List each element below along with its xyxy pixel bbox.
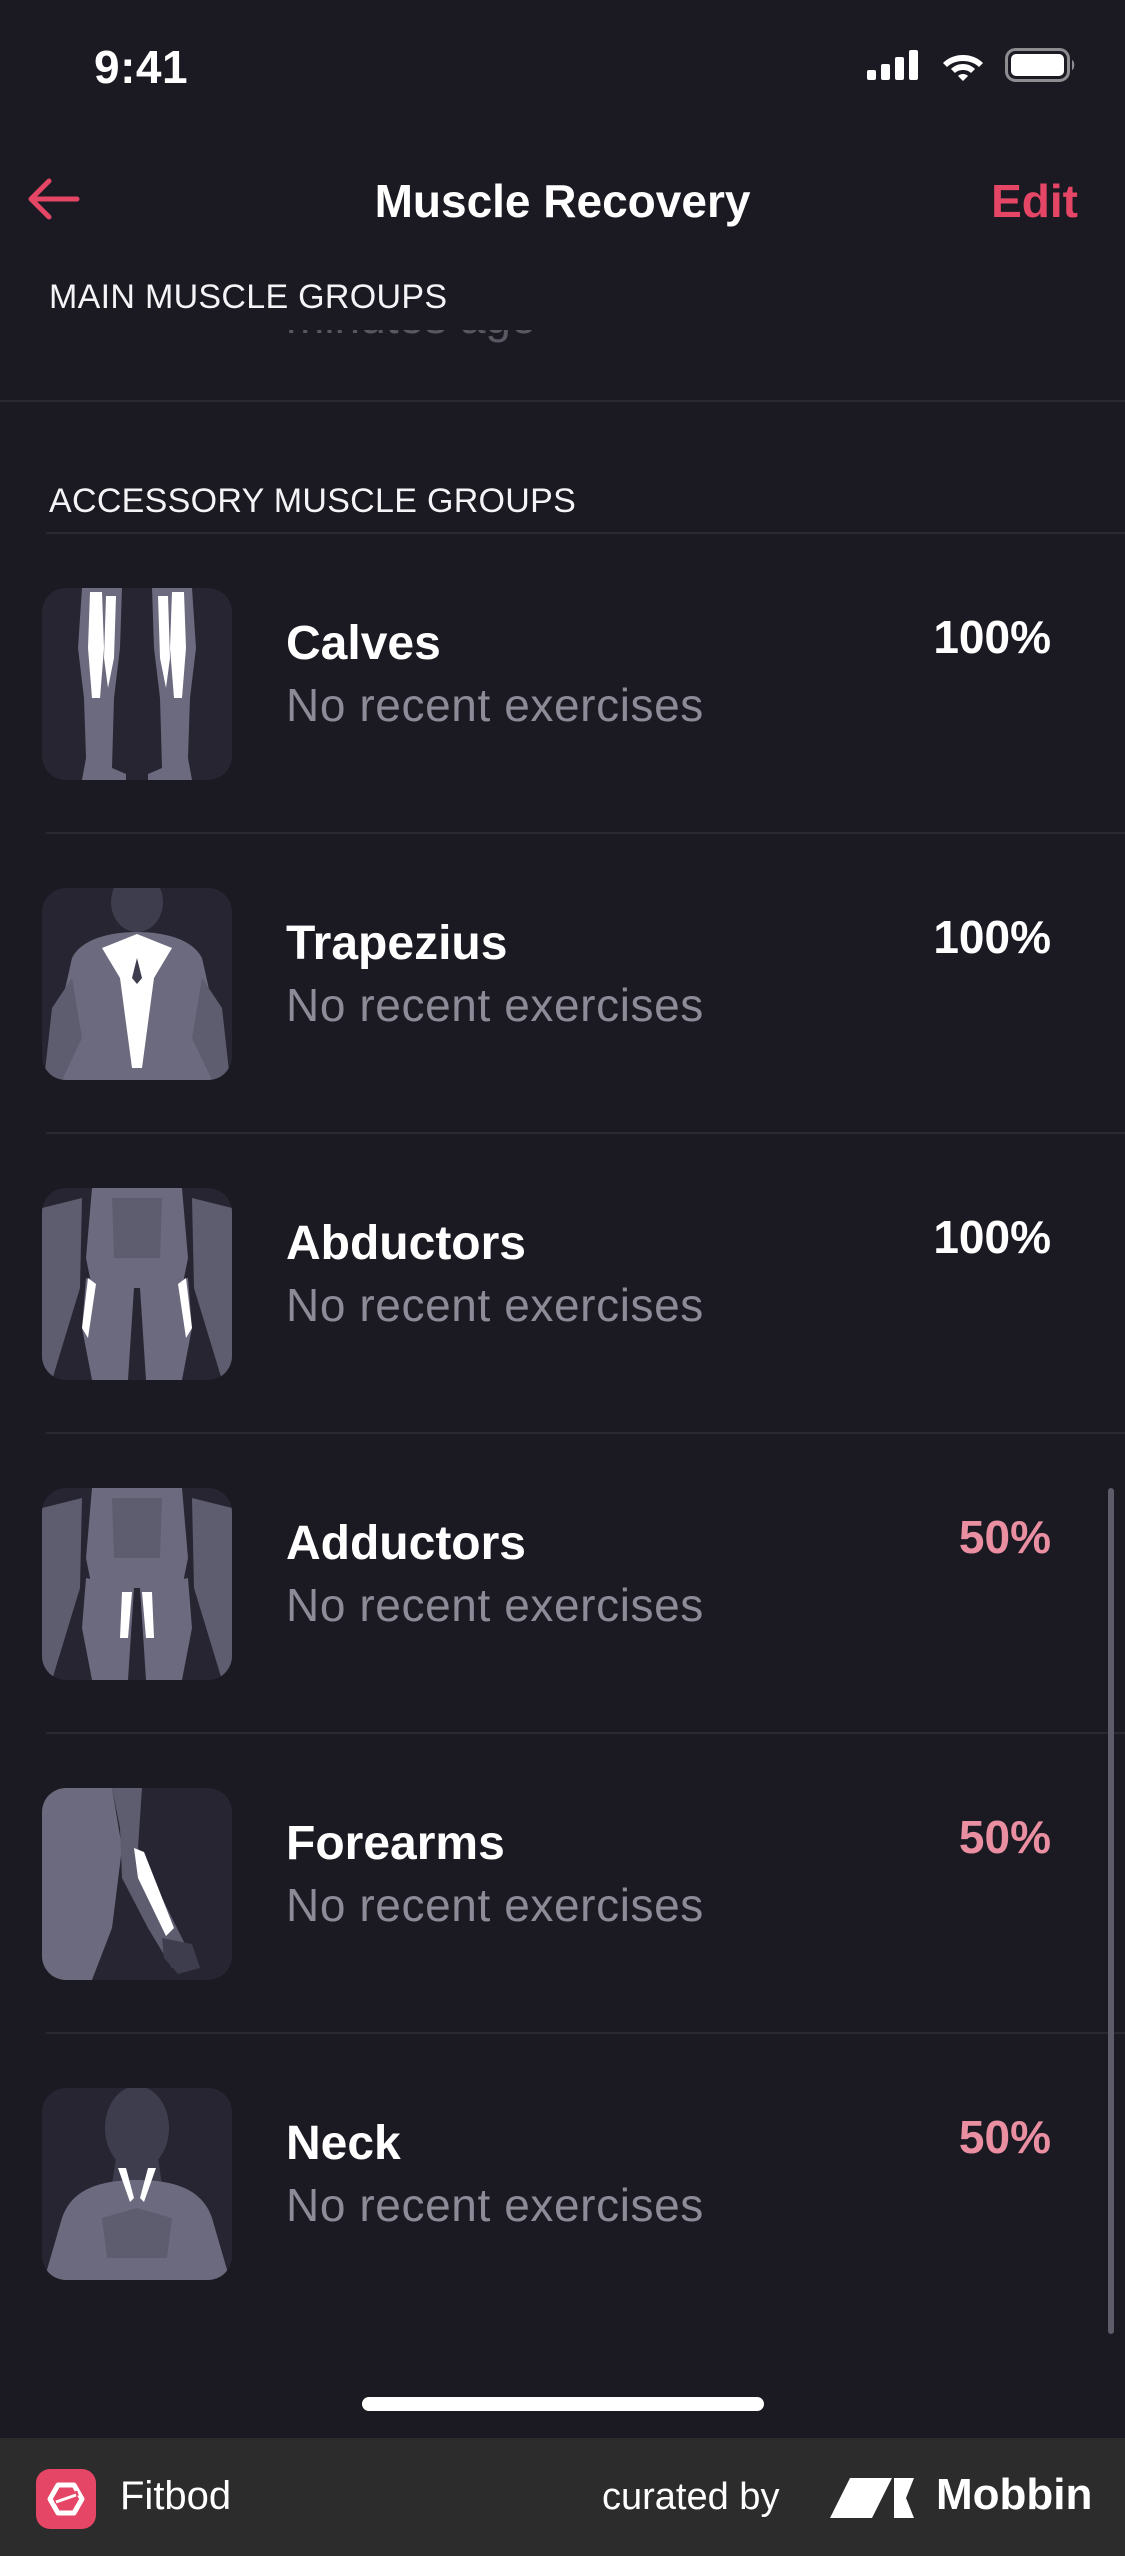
- status-time: 9:41: [94, 41, 189, 93]
- list-item[interactable]: Forearms No recent exercises 50%: [0, 1734, 1125, 2034]
- recovery-percent: 50%: [958, 2111, 1051, 2163]
- recovery-percent: 50%: [958, 1511, 1051, 1563]
- list-item[interactable]: Neck No recent exercises 50%: [0, 2034, 1125, 2320]
- list-item[interactable]: Trapezius No recent exercises 100%: [0, 834, 1125, 1134]
- main-section-title: MAIN MUSCLE GROUPS: [49, 278, 448, 316]
- attribution-footer: Fitbod curated by Mobbin: [0, 2438, 1125, 2556]
- neck-icon: [42, 2088, 232, 2280]
- section-header-main: MAIN MUSCLE GROUPS: [0, 260, 1125, 330]
- battery-icon: [1005, 48, 1075, 82]
- home-indicator[interactable]: [362, 2397, 764, 2411]
- footer-app-name: Fitbod: [120, 2474, 232, 2518]
- accessory-muscle-list: Calves No recent exercises 100% Trapeziu…: [0, 534, 1125, 2320]
- scroll-indicator[interactable]: [1108, 1488, 1114, 2334]
- footer-brand: Mobbin: [936, 2470, 1093, 2519]
- calves-icon: [42, 588, 232, 780]
- status-icons: [867, 48, 1077, 82]
- edit-button[interactable]: Edit: [991, 174, 1078, 228]
- muscle-subtitle: No recent exercises: [286, 1879, 704, 1931]
- muscle-name: Neck: [286, 2117, 401, 2170]
- page-title: Muscle Recovery: [374, 175, 751, 227]
- recovery-percent: 100%: [933, 911, 1051, 963]
- adductors-icon: [42, 1488, 232, 1680]
- wifi-icon: [943, 55, 983, 81]
- section-header-accessory: ACCESSORY MUSCLE GROUPS: [49, 482, 577, 520]
- recovery-percent: 50%: [958, 1811, 1051, 1863]
- muscle-subtitle: No recent exercises: [286, 679, 704, 731]
- forearms-icon: [42, 1788, 232, 1980]
- muscle-subtitle: No recent exercises: [286, 1279, 704, 1331]
- muscle-subtitle: No recent exercises: [286, 2179, 704, 2231]
- muscle-name: Forearms: [286, 1817, 505, 1870]
- mobbin-logo-icon: [830, 2478, 914, 2518]
- list-item[interactable]: Adductors No recent exercises 50%: [0, 1434, 1125, 1734]
- trapezius-icon: [42, 888, 232, 1080]
- muscle-name: Calves: [286, 617, 441, 670]
- navigation-bar: Muscle Recovery Edit: [0, 140, 1125, 260]
- muscle-list-scroll[interactable]: minutes ago › MAIN MUSCLE GROUPS ACCESSO…: [0, 260, 1125, 2320]
- abductors-icon: [42, 1188, 232, 1380]
- recovery-percent: 100%: [933, 1211, 1051, 1263]
- list-item[interactable]: Abductors No recent exercises 100%: [0, 1134, 1125, 1434]
- muscle-name: Adductors: [286, 1517, 526, 1570]
- muscle-name: Abductors: [286, 1217, 526, 1270]
- fitbod-logo-icon: [36, 2469, 96, 2529]
- muscle-name: Trapezius: [286, 917, 508, 970]
- muscle-subtitle: No recent exercises: [286, 1579, 704, 1631]
- status-bar: 9:41: [0, 0, 1125, 140]
- recovery-percent: 100%: [933, 611, 1051, 663]
- list-item[interactable]: Calves No recent exercises 100%: [0, 534, 1125, 834]
- muscle-subtitle: No recent exercises: [286, 979, 704, 1031]
- cellular-signal-icon: [867, 50, 918, 80]
- footer-curated-by: curated by: [602, 2476, 780, 2518]
